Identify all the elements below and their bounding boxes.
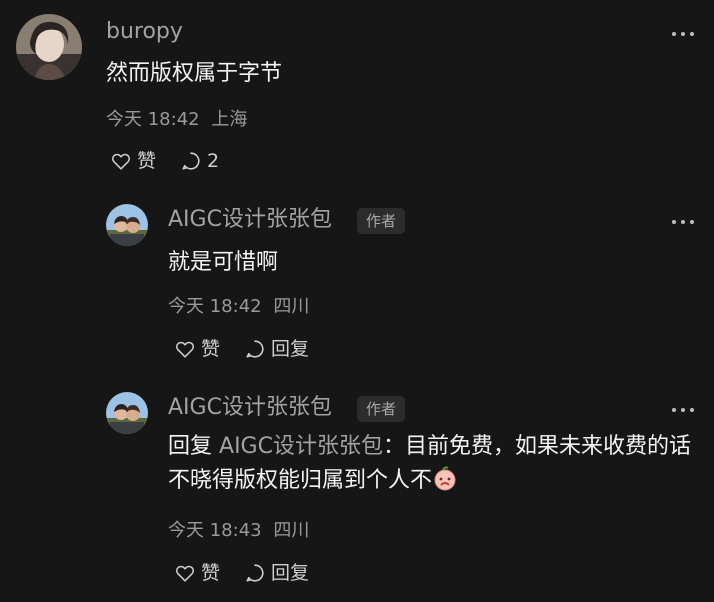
reply-location: 四川 [273,296,310,317]
more-options-icon[interactable] [670,218,696,226]
reply-meta: 今天 18:42 四川 [168,295,309,319]
reply-actions: 赞 回复 [174,337,333,361]
comment-meta: 今天 18:42 上海 [106,108,247,132]
more-options-icon[interactable] [670,30,696,38]
username[interactable]: AIGC设计张张包 [168,206,332,234]
like-label: 赞 [201,338,221,360]
reply-target-username[interactable]: AIGC设计张张包 [219,434,383,459]
author-badge: 作者 [357,396,406,422]
user-avatar-image [16,14,82,80]
like-button[interactable]: 赞 [174,337,220,361]
author-badge: 作者 [357,208,406,234]
reply-time: 今天 18:42 [168,296,262,317]
avatar[interactable] [16,14,82,80]
reply-text: 就是可惜啊 [168,250,279,275]
comment-location: 上海 [211,109,248,130]
comment-bubble-icon [246,340,264,358]
heart-icon [175,341,195,358]
more-options-icon[interactable] [670,406,696,414]
reply-actions: 赞 回复 [174,561,333,585]
reply-count-button[interactable]: 2 [180,149,219,173]
reply-prefix: 回复 [168,434,213,459]
avatar[interactable] [106,392,148,434]
like-label: 赞 [137,150,157,172]
reply-text-block: 回复 AIGC设计张张包：目前免费，如果未来收费的话不晓得版权能归属到个人不 [168,430,704,498]
reply-button[interactable]: 回复 [244,337,309,361]
like-button[interactable]: 赞 [174,561,220,585]
heart-icon [111,153,131,170]
reply-item: AIGC设计张张包 作者 就是可惜啊 今天 18:42 四川 赞 回复 [0,190,714,380]
user-avatar-image [106,392,148,434]
comment-actions: 赞 2 [110,149,243,173]
username[interactable]: AIGC设计张张包 [168,394,332,422]
reply-label: 回复 [271,562,310,584]
reply-time: 今天 18:43 [168,520,262,541]
comment-item: buropy 然而版权属于字节 今天 18:42 上海 赞 2 [0,0,714,190]
username[interactable]: buropy [106,18,183,46]
reply-meta: 今天 18:43 四川 [168,519,309,543]
comment-bubble-icon [182,152,200,170]
reply-item: AIGC设计张张包 作者 回复 AIGC设计张张包：目前免费，如果未来收费的话不… [0,380,714,602]
comment-text: 然而版权属于字节 [106,61,283,86]
avatar[interactable] [106,204,148,246]
like-label: 赞 [201,562,221,584]
comment-time: 今天 18:42 [106,109,200,130]
like-button[interactable]: 赞 [110,149,156,173]
reply-button[interactable]: 回复 [244,561,309,585]
sad-face-emoji-icon [434,466,456,491]
user-avatar-image [106,204,148,246]
heart-icon [175,565,195,582]
reply-label: 回复 [271,338,310,360]
reply-count: 2 [207,150,220,172]
reply-location: 四川 [273,520,310,541]
comment-bubble-icon [246,564,264,582]
